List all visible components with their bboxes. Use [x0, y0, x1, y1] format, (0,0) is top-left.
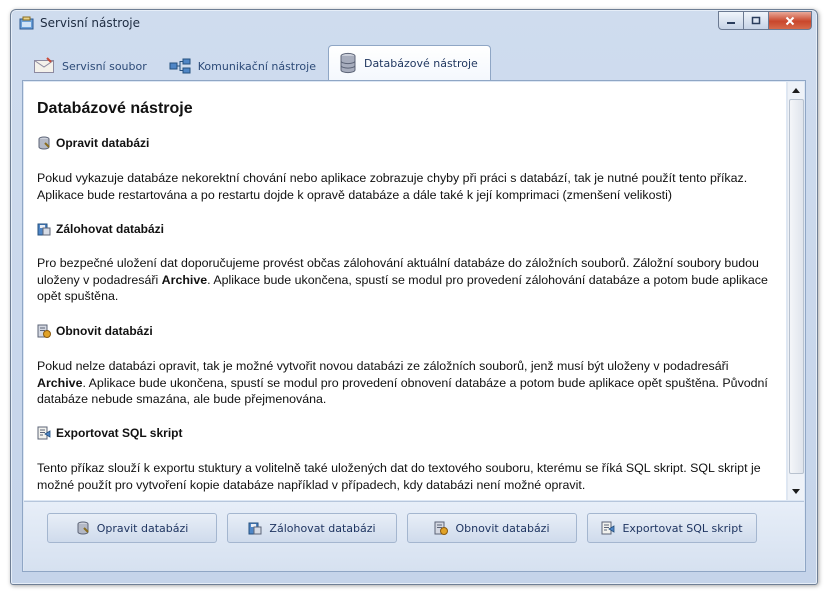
database-backup-icon — [37, 222, 51, 236]
opravit-databazi-button[interactable]: Opravit databázi — [47, 513, 217, 543]
maximize-button[interactable] — [743, 11, 769, 30]
database-restore-icon — [434, 521, 449, 535]
section-title-obnovit: Obnovit databázi — [37, 324, 153, 338]
maximize-icon — [751, 16, 761, 25]
database-repair-icon — [76, 521, 90, 535]
section-title-label: Obnovit databázi — [56, 324, 153, 338]
page-title: Databázové nástroje — [37, 100, 193, 117]
tab-komunikacni-nastroje[interactable]: Komunikační nástroje — [159, 52, 328, 80]
content-area: Databázové nástroje Opravit databázi Pok… — [24, 82, 786, 500]
tab-label: Databázové nástroje — [363, 56, 478, 70]
exportovat-sql-skript-button[interactable]: Exportovat SQL skript — [587, 513, 757, 543]
window: Servisní nástroje Servisní soubor Komuni… — [10, 9, 818, 585]
tab-panel: Databázové nástroje Opravit databázi Pok… — [22, 80, 806, 572]
button-bar: Opravit databázi Zálohovat databázi Obno… — [24, 501, 804, 571]
text-part: Pokud nelze databázi opravit, tak je mož… — [37, 359, 729, 373]
sql-export-icon — [37, 426, 51, 440]
button-label: Opravit databázi — [96, 521, 189, 535]
envelope-icon — [33, 57, 55, 75]
zalohovat-databazi-button[interactable]: Zálohovat databázi — [227, 513, 397, 543]
section-title-zalohovat: Zálohovat databázi — [37, 222, 164, 236]
minimize-button[interactable] — [718, 11, 744, 30]
database-icon — [339, 52, 357, 74]
section-title-exportovat: Exportovat SQL skript — [37, 426, 182, 440]
window-title: Servisní nástroje — [40, 16, 141, 30]
arrow-up-icon — [791, 88, 800, 93]
button-label: Zálohovat databázi — [269, 521, 376, 535]
button-label: Exportovat SQL skript — [622, 521, 743, 535]
tab-bar: Servisní soubor Komunikační nástroje Dat… — [23, 45, 491, 80]
app-icon — [19, 16, 34, 30]
database-repair-icon — [37, 136, 51, 150]
tab-servisni-soubor[interactable]: Servisní soubor — [23, 52, 159, 80]
close-button[interactable] — [768, 11, 812, 30]
tab-databazove-nastroje[interactable]: Databázové nástroje — [327, 45, 491, 80]
section-title-label: Exportovat SQL skript — [56, 426, 183, 440]
database-backup-icon — [248, 521, 262, 535]
folder-name: Archive — [37, 375, 83, 390]
section-title-opravit: Opravit databázi — [37, 136, 149, 150]
arrow-down-icon — [791, 489, 800, 494]
minimize-icon — [727, 21, 735, 24]
tab-label: Servisní soubor — [62, 59, 147, 73]
title-bar[interactable]: Servisní nástroje — [11, 10, 817, 37]
sql-export-icon — [601, 521, 615, 535]
section-title-label: Zálohovat databázi — [56, 222, 165, 236]
folder-name: Archive — [161, 272, 208, 287]
section-text-exportovat: Tento příkaz slouží k exportu stuktury a… — [37, 461, 761, 492]
obnovit-databazi-button[interactable]: Obnovit databázi — [407, 513, 577, 543]
section-text-obnovit: Pokud nelze databázi opravit, tak je mož… — [37, 358, 779, 408]
scrollbar-thumb[interactable] — [789, 99, 804, 474]
scroll-down-button[interactable] — [788, 484, 803, 499]
scroll-up-button[interactable] — [788, 83, 803, 98]
close-icon — [785, 16, 795, 25]
network-icon — [169, 58, 191, 74]
button-label: Obnovit databázi — [455, 521, 550, 535]
text-part: . Aplikace bude ukončena, spustí se modu… — [37, 375, 768, 407]
database-restore-icon — [37, 324, 51, 338]
section-text-zalohovat: Pro bezpečné uložení dat doporučujeme pr… — [37, 255, 779, 305]
tab-label: Komunikační nástroje — [197, 59, 316, 73]
section-text-opravit: Pokud vykazuje databáze nekorektní chová… — [37, 171, 748, 202]
section-title-label: Opravit databázi — [56, 136, 150, 150]
vertical-scrollbar[interactable] — [787, 82, 804, 500]
